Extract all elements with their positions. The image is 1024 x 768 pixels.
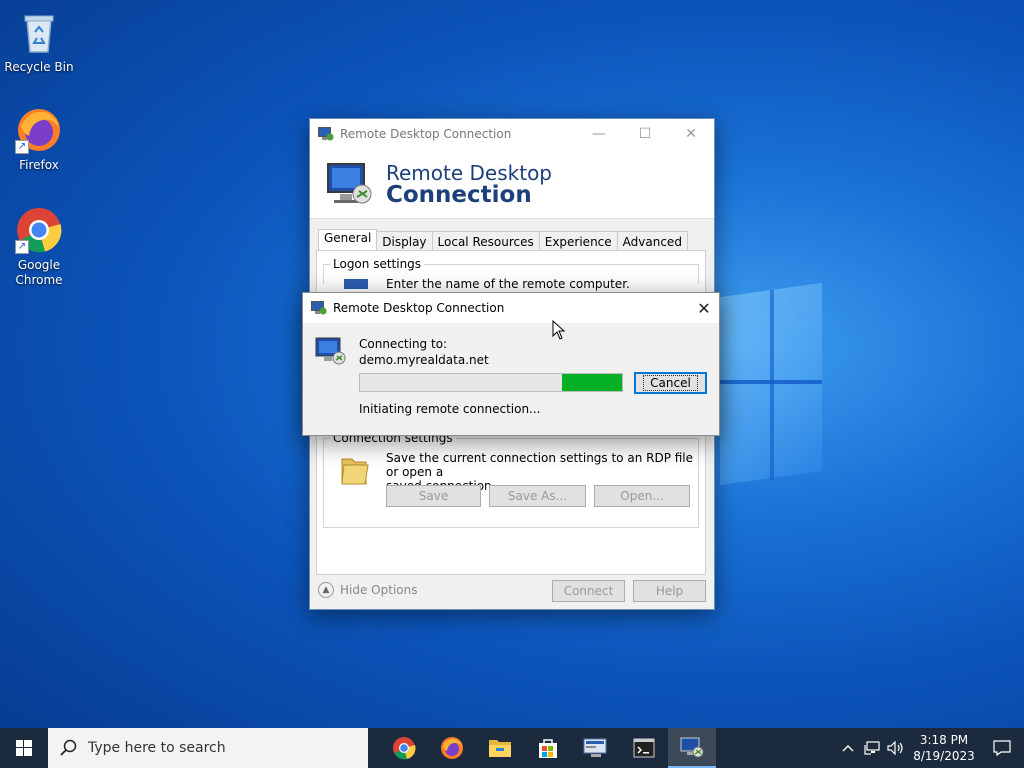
- mouse-cursor-icon: [552, 320, 566, 340]
- banner-title-line1: Remote Desktop: [386, 160, 553, 185]
- tab-display[interactable]: Display: [376, 231, 433, 252]
- connection-settings-text-line1: Save the current connection settings to …: [386, 451, 694, 479]
- taskbar-store[interactable]: [524, 728, 572, 768]
- windows-logo-icon: [16, 740, 32, 756]
- save-button[interactable]: Save: [386, 485, 481, 507]
- taskbar-file-explorer[interactable]: [476, 728, 524, 768]
- taskbar-remote-desktop[interactable]: [668, 728, 716, 768]
- remote-desktop-logo-icon: [327, 162, 372, 203]
- host-name: demo.myrealdata.net: [359, 353, 489, 367]
- taskbar-clock[interactable]: 3:18 PM 8/19/2023: [908, 732, 980, 764]
- recycle-bin-icon: [15, 8, 63, 56]
- start-button[interactable]: [0, 728, 48, 768]
- rdc-banner: Remote Desktop Connection: [310, 149, 714, 219]
- connection-status: Initiating remote connection...: [359, 402, 541, 416]
- remote-desktop-icon: [311, 301, 327, 315]
- taskbar: Type here to search 3:18 PM 8/19/2023: [0, 728, 1024, 768]
- firefox-icon: [441, 737, 463, 759]
- desktop-icon-firefox[interactable]: ↗ Firefox: [1, 106, 77, 173]
- remote-desktop-icon: [315, 337, 346, 365]
- rdp-manager-icon: [583, 738, 607, 757]
- connecting-dialog: Remote Desktop Connection ✕ Connecting t…: [302, 292, 720, 436]
- hide-options-label: Hide Options: [340, 583, 418, 597]
- progress-fill: [561, 374, 622, 391]
- connect-button[interactable]: Connect: [552, 580, 625, 602]
- network-icon[interactable]: [860, 728, 884, 768]
- close-button[interactable]: ✕: [668, 119, 714, 149]
- terminal-icon: [633, 738, 655, 758]
- logon-settings-text: Enter the name of the remote computer.: [386, 277, 630, 291]
- cancel-label: Cancel: [643, 375, 698, 391]
- save-as-button[interactable]: Save As...: [489, 485, 586, 507]
- taskbar-firefox[interactable]: [428, 728, 476, 768]
- store-icon: [539, 739, 557, 758]
- minimize-button[interactable]: —: [576, 119, 622, 149]
- chevron-up-icon: ▲: [318, 582, 334, 598]
- taskbar-chrome[interactable]: [380, 728, 428, 768]
- clock-date: 8/19/2023: [913, 749, 975, 763]
- dialog-close-button[interactable]: ✕: [689, 293, 719, 323]
- logon-settings-group: Logon settings Enter the name of the rem…: [323, 257, 699, 291]
- desktop-icon-label: Google Chrome: [15, 258, 63, 287]
- connecting-dialog-body: Connecting to: demo.myrealdata.net Cance…: [303, 323, 719, 435]
- file-explorer-icon: [489, 740, 511, 757]
- help-button[interactable]: Help: [633, 580, 706, 602]
- clock-time: 3:18 PM: [919, 733, 969, 747]
- shortcut-arrow-icon: ↗: [15, 240, 29, 254]
- wallpaper-divider: [770, 290, 774, 480]
- cancel-button[interactable]: Cancel: [634, 372, 707, 394]
- notification-center-button[interactable]: [980, 728, 1024, 768]
- dialog-title: Remote Desktop Connection: [333, 301, 505, 315]
- maximize-button[interactable]: ☐: [622, 119, 668, 149]
- notification-icon: [993, 740, 1011, 756]
- tab-general[interactable]: General: [318, 229, 378, 251]
- shortcut-arrow-icon: ↗: [15, 140, 29, 154]
- logon-settings-title: Logon settings: [330, 257, 425, 271]
- connecting-to-label: Connecting to:: [359, 337, 448, 351]
- chevron-up-icon[interactable]: [836, 728, 860, 768]
- tab-advanced[interactable]: Advanced: [616, 231, 688, 252]
- connection-settings-group: Connection settings Save the current con…: [323, 431, 699, 528]
- remote-desktop-icon: [318, 127, 334, 141]
- tab-experience[interactable]: Experience: [538, 231, 618, 252]
- connecting-dialog-titlebar[interactable]: Remote Desktop Connection ✕: [303, 293, 719, 323]
- remote-desktop-icon: [680, 737, 704, 758]
- tab-local-resources[interactable]: Local Resources: [431, 231, 540, 252]
- firefox-icon: ↗: [15, 106, 63, 154]
- connection-progress-bar: [359, 373, 623, 392]
- chrome-icon: [393, 737, 416, 760]
- desktop-icon-label: Firefox: [19, 158, 59, 172]
- rdc-footer: ▲ Hide Options Connect Help: [310, 577, 714, 607]
- desktop-icon-label: Recycle Bin: [4, 60, 74, 74]
- chrome-icon: ↗: [15, 206, 63, 254]
- volume-icon[interactable]: [884, 728, 908, 768]
- computer-icon: [344, 279, 368, 289]
- taskbar-search[interactable]: Type here to search: [48, 728, 368, 768]
- tab-strip: General Display Local Resources Experien…: [318, 229, 688, 252]
- desktop-icon-recycle-bin[interactable]: Recycle Bin: [1, 8, 77, 75]
- desktop-icon-google-chrome[interactable]: ↗ Google Chrome: [1, 206, 77, 288]
- hide-options-link[interactable]: ▲ Hide Options: [318, 582, 417, 598]
- open-button[interactable]: Open...: [594, 485, 690, 507]
- search-icon: [60, 739, 77, 756]
- rdc-titlebar[interactable]: Remote Desktop Connection — ☐ ✕: [310, 119, 714, 149]
- system-tray: 3:18 PM 8/19/2023: [836, 728, 1024, 768]
- taskbar-rdp-manager[interactable]: [572, 728, 620, 768]
- folder-icon: [341, 458, 369, 485]
- banner-title-line2: Connection: [386, 181, 532, 208]
- taskbar-terminal[interactable]: [620, 728, 668, 768]
- window-title: Remote Desktop Connection: [340, 127, 512, 141]
- search-placeholder: Type here to search: [88, 740, 226, 756]
